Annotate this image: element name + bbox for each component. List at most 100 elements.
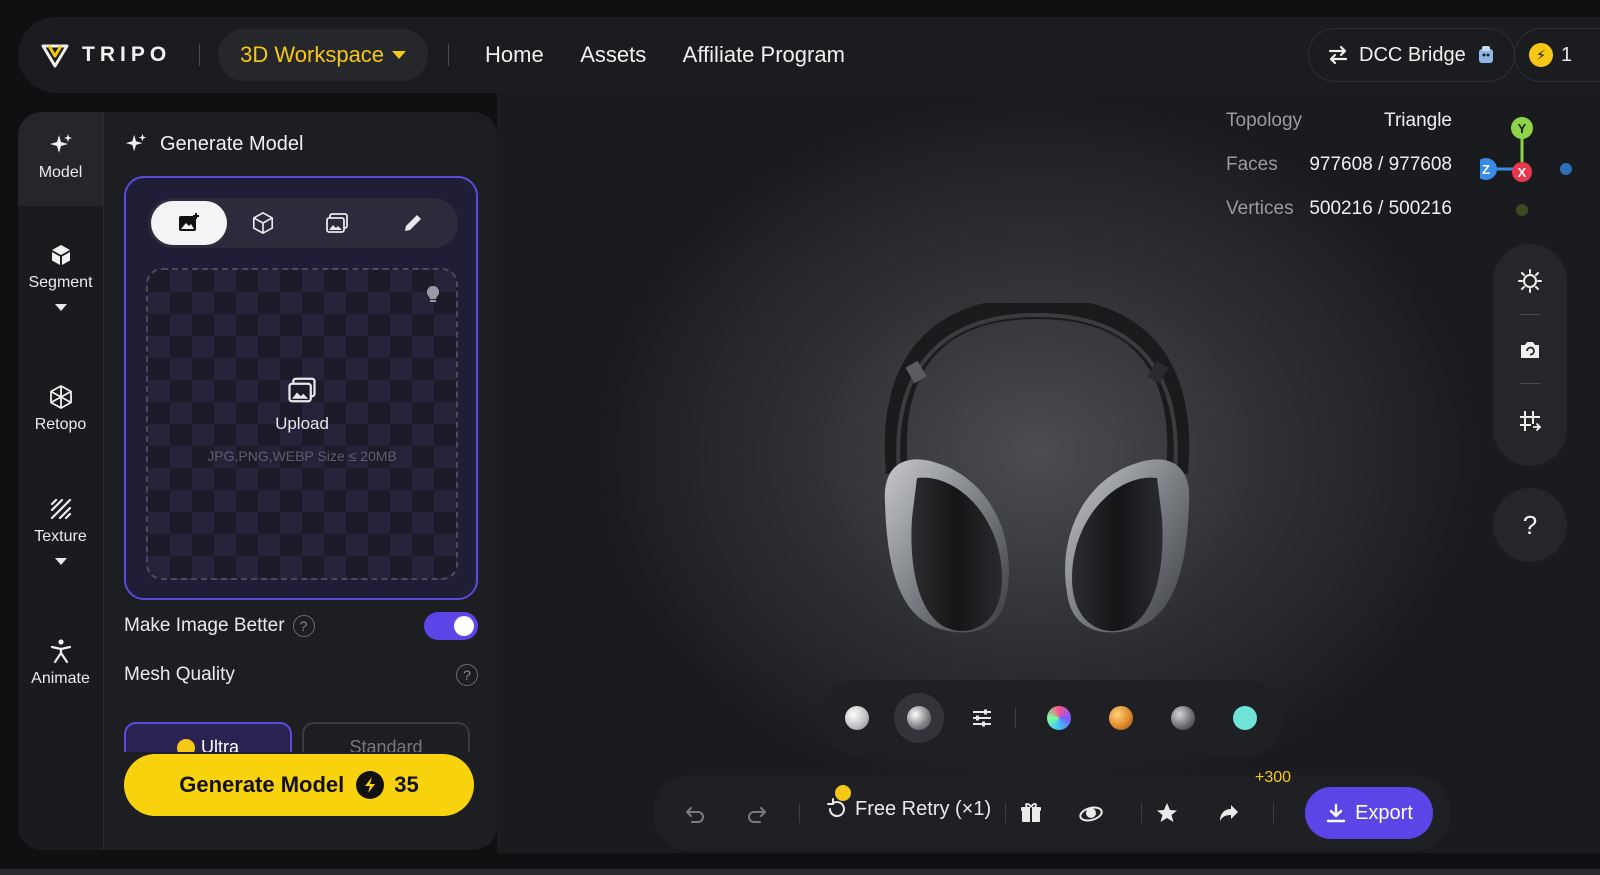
image-plus-icon bbox=[179, 213, 199, 231]
crown-icon bbox=[176, 738, 195, 752]
divider bbox=[799, 803, 800, 823]
main-nav: Home Assets Affiliate Program bbox=[469, 42, 861, 68]
axis-gizmo[interactable]: Y Z X bbox=[1480, 114, 1590, 224]
action-toolbar: Free Retry (×1) +300 Export bbox=[653, 769, 1451, 851]
help-button[interactable]: ? bbox=[1493, 488, 1567, 562]
export-button[interactable]: Export bbox=[1305, 787, 1433, 839]
credits-value: 1 bbox=[1561, 43, 1573, 66]
sidebar-item-retopo[interactable]: Retopo bbox=[18, 384, 103, 434]
free-retry-button[interactable]: Free Retry (×1) bbox=[825, 785, 991, 821]
ar-view-icon[interactable] bbox=[1077, 801, 1105, 825]
panel-title: Generate Model bbox=[124, 132, 303, 156]
dcc-bridge-button[interactable]: DCC Bridge bbox=[1308, 28, 1515, 82]
toggle-knob bbox=[454, 616, 474, 636]
upload-label: Upload bbox=[275, 414, 329, 433]
workspace-dropdown[interactable]: 3D Workspace bbox=[218, 29, 429, 81]
sliders-icon[interactable] bbox=[970, 706, 994, 730]
faces-row: Faces 977608 / 977608 bbox=[1226, 154, 1452, 198]
quality-ultra-button[interactable]: Ultra bbox=[124, 722, 292, 752]
grid-toggle-icon[interactable] bbox=[1517, 408, 1543, 434]
sidebar-item-label: Segment bbox=[28, 274, 93, 291]
material-normal[interactable] bbox=[1047, 706, 1071, 730]
credits-badge[interactable]: ⚡ 1 bbox=[1514, 28, 1600, 82]
tab-draw[interactable] bbox=[375, 201, 451, 245]
share-icon[interactable] bbox=[1217, 801, 1241, 825]
retry-icon-wrap bbox=[825, 785, 851, 821]
lightning-icon: ⚡ bbox=[1529, 43, 1553, 67]
star-icon[interactable] bbox=[1155, 801, 1179, 825]
lighting-icon[interactable] bbox=[1517, 268, 1543, 294]
material-chrome[interactable] bbox=[1171, 706, 1195, 730]
tripo-logo[interactable]: TRIPO bbox=[40, 40, 171, 70]
sidebar-item-model[interactable]: Model bbox=[18, 112, 103, 206]
chevron-down-icon[interactable] bbox=[54, 304, 67, 311]
mesh-stats: Topology Triangle Faces 977608 / 977608 … bbox=[1226, 110, 1452, 242]
gift-icon[interactable] bbox=[1019, 801, 1043, 825]
input-mode-tabs bbox=[148, 198, 458, 248]
material-color[interactable] bbox=[1233, 706, 1257, 730]
cube-icon bbox=[51, 245, 70, 265]
lightning-icon bbox=[356, 771, 385, 799]
sidebar-item-label: Texture bbox=[34, 528, 87, 545]
sidebar-item-texture[interactable]: Texture bbox=[18, 496, 103, 565]
nav-home[interactable]: Home bbox=[485, 42, 544, 67]
redo-icon[interactable] bbox=[745, 803, 769, 825]
window-bottom-edge bbox=[0, 869, 1600, 875]
view-tools bbox=[1493, 244, 1567, 466]
tool-sidebar: Model Segment Retopo Texture Animate bbox=[18, 112, 103, 850]
make-image-better-toggle[interactable] bbox=[424, 612, 478, 640]
sidebar-item-label: Retopo bbox=[34, 416, 87, 433]
make-image-better-label: Make Image Better bbox=[124, 615, 285, 636]
divider bbox=[1141, 803, 1142, 823]
quality-standard-label: Standard bbox=[349, 737, 423, 752]
help-icon[interactable]: ? bbox=[456, 664, 478, 686]
dcc-bridge-label: DCC Bridge bbox=[1359, 43, 1466, 66]
tripo-logo-icon bbox=[41, 44, 69, 68]
make-image-better-row: Make Image Better ? bbox=[124, 612, 478, 640]
topology-value: Triangle bbox=[1384, 110, 1452, 131]
sidebar-item-animate[interactable]: Animate bbox=[18, 638, 103, 688]
nav-assets[interactable]: Assets bbox=[580, 42, 646, 67]
quality-ultra-content: Ultra bbox=[176, 737, 239, 752]
figure-icon bbox=[50, 639, 71, 664]
wireframe-icon bbox=[49, 385, 72, 409]
vertices-value: 500216 / 500216 bbox=[1309, 198, 1452, 219]
material-gold[interactable] bbox=[1109, 706, 1133, 730]
topology-label: Topology bbox=[1226, 110, 1303, 131]
material-metal[interactable] bbox=[907, 706, 931, 730]
divider bbox=[1273, 803, 1274, 823]
upload-dropzone[interactable]: Upload JPG,PNG,WEBP Size ≤ 20MB bbox=[146, 268, 458, 580]
generate-model-button[interactable]: Generate Model 35 bbox=[124, 754, 474, 816]
axis-x-label: X bbox=[1518, 165, 1527, 180]
bridge-app-icon bbox=[1478, 46, 1493, 63]
camera-reset-icon[interactable] bbox=[1518, 339, 1542, 361]
tab-model[interactable] bbox=[225, 201, 301, 245]
chevron-down-icon[interactable] bbox=[54, 558, 67, 565]
sparkle-icon bbox=[49, 134, 72, 153]
vertices-row: Vertices 500216 / 500216 bbox=[1226, 198, 1452, 242]
sidebar-item-label: Animate bbox=[31, 670, 90, 687]
input-box: Upload JPG,PNG,WEBP Size ≤ 20MB bbox=[124, 176, 478, 600]
mesh-quality-label: Mesh Quality bbox=[124, 664, 235, 685]
nav-affiliate-program[interactable]: Affiliate Program bbox=[683, 42, 845, 67]
headphones-model[interactable] bbox=[877, 303, 1197, 653]
quality-standard-button[interactable]: Standard bbox=[302, 722, 470, 752]
crown-icon bbox=[835, 785, 851, 801]
upload-hint: JPG,PNG,WEBP Size ≤ 20MB bbox=[207, 448, 397, 464]
upload-content: Upload JPG,PNG,WEBP Size ≤ 20MB bbox=[148, 376, 456, 464]
pencil-icon bbox=[405, 215, 421, 231]
texture-icon bbox=[50, 498, 71, 520]
tab-multi-image[interactable] bbox=[299, 201, 375, 245]
help-icon[interactable]: ? bbox=[292, 615, 315, 637]
undo-icon[interactable] bbox=[683, 803, 707, 825]
divider bbox=[448, 44, 450, 66]
make-image-better: Make Image Better ? bbox=[124, 615, 315, 637]
top-bar: TRIPO 3D Workspace Home Assets Affiliate… bbox=[18, 17, 1600, 93]
tab-image[interactable] bbox=[151, 201, 227, 245]
multi-image-icon bbox=[326, 213, 348, 233]
lightbulb-icon[interactable] bbox=[424, 284, 442, 306]
material-toolbar bbox=[820, 680, 1284, 756]
sidebar-item-segment[interactable]: Segment bbox=[18, 242, 103, 311]
sidebar-item-label: Model bbox=[38, 164, 83, 181]
material-clay[interactable] bbox=[845, 706, 869, 730]
